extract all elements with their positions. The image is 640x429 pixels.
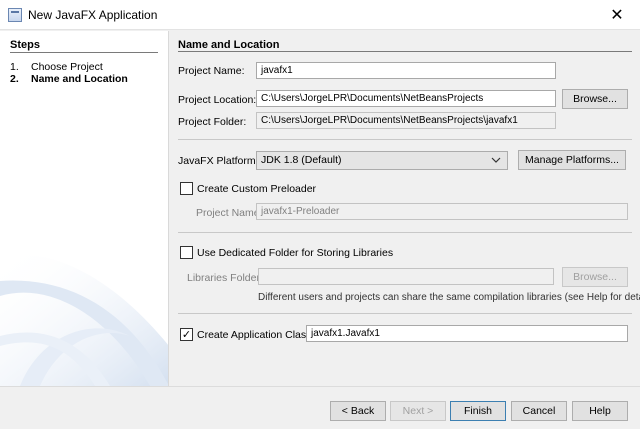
preloader-project-name-field: javafx1-Preloader [256,203,628,220]
step-item-name-and-location: 2. Name and Location [10,73,128,85]
step-number: 2. [10,73,19,85]
project-name-input[interactable]: javafx1 [256,62,556,79]
step-label: Name and Location [31,73,128,85]
libraries-folder-label: Libraries Folder: [187,272,263,284]
app-class-input[interactable]: javafx1.Javafx1 [306,325,628,342]
browse-libraries-button: Browse... [562,267,628,287]
chevron-down-icon [491,152,501,175]
step-number: 1. [10,61,19,73]
back-button[interactable]: < Back [330,401,386,421]
steps-heading: Steps [10,39,40,51]
finish-button[interactable]: Finish [450,401,506,421]
create-preloader-checkbox[interactable] [180,182,193,195]
create-app-class-checkbox[interactable]: ✓ [180,328,193,341]
separator [178,232,632,233]
project-location-label: Project Location: [178,94,257,106]
steps-panel: Steps 1. Choose Project 2. Name and Loca… [0,31,169,386]
title-bar: New JavaFX Application ✕ [0,0,640,30]
javafx-platform-select[interactable]: JDK 1.8 (Default) [256,151,508,170]
project-folder-label: Project Folder: [178,116,247,128]
separator [178,313,632,314]
libraries-folder-field [258,268,554,285]
separator [178,139,632,140]
help-button[interactable]: Help [572,401,628,421]
steps-list: 1. Choose Project 2. Name and Location [10,61,128,85]
javafx-platform-value: JDK 1.8 (Default) [261,154,342,166]
create-app-class-label[interactable]: Create Application Class [197,329,311,341]
app-window-icon [8,8,22,22]
close-icon[interactable]: ✕ [594,0,640,30]
libraries-help-note: Different users and projects can share t… [258,292,640,303]
cancel-button[interactable]: Cancel [511,401,567,421]
create-preloader-label[interactable]: Create Custom Preloader [197,183,316,195]
button-bar: < Back Next > Finish Cancel Help [0,386,640,429]
manage-platforms-button[interactable]: Manage Platforms... [518,150,626,170]
dedicated-libraries-checkbox[interactable] [180,246,193,259]
next-button: Next > [390,401,446,421]
javafx-platform-label: JavaFX Platform: [178,155,259,167]
section-divider [178,51,632,52]
project-name-label: Project Name: [178,65,245,77]
browse-location-button[interactable]: Browse... [562,89,628,109]
step-label: Choose Project [31,61,103,73]
step-item-choose-project: 1. Choose Project [10,61,128,73]
wizard-content: Name and Location Project Name: javafx1 … [170,31,640,386]
window-title: New JavaFX Application [28,8,158,22]
preloader-project-name-label: Project Name: [196,207,263,219]
wizard-decoration-graphic [0,254,168,386]
steps-divider [10,52,158,53]
dedicated-libraries-label[interactable]: Use Dedicated Folder for Storing Librari… [197,247,393,259]
section-title: Name and Location [178,39,280,51]
project-folder-field: C:\Users\JorgeLPR\Documents\NetBeansProj… [256,112,556,129]
project-location-input[interactable]: C:\Users\JorgeLPR\Documents\NetBeansProj… [256,90,556,107]
